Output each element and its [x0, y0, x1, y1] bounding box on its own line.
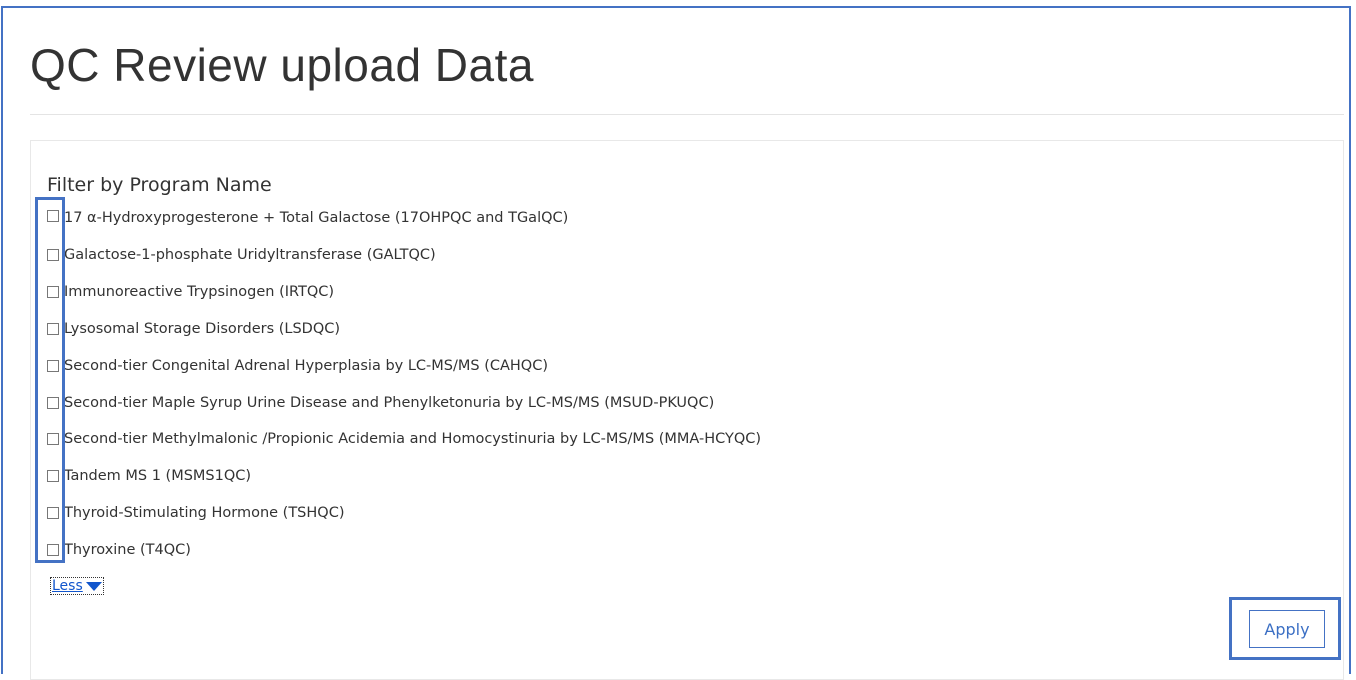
title-divider	[30, 114, 1344, 115]
program-item[interactable]: Thyroxine (T4QC)	[47, 531, 761, 568]
program-checkbox[interactable]	[47, 210, 59, 222]
program-checkbox[interactable]	[47, 249, 59, 262]
less-toggle-label: Less	[52, 578, 83, 594]
program-item[interactable]: Second-tier Maple Syrup Urine Disease an…	[47, 384, 761, 421]
program-checkbox[interactable]	[47, 470, 59, 483]
program-label: Thyroid-Stimulating Hormone (TSHQC)	[64, 504, 345, 521]
program-checkbox[interactable]	[47, 506, 59, 519]
program-label: Second-tier Methylmalonic /Propionic Aci…	[64, 431, 762, 448]
program-label: Thyroxine (T4QC)	[64, 541, 191, 558]
program-label: 17 α-Hydroxyprogesterone + Total Galacto…	[64, 210, 569, 226]
program-label: Lysosomal Storage Disorders (LSDQC)	[64, 320, 341, 337]
program-checkbox[interactable]	[47, 543, 59, 556]
program-checkbox[interactable]	[47, 322, 59, 335]
program-item[interactable]: Tandem MS 1 (MSMS1QC)	[47, 458, 761, 495]
filter-heading: Filter by Program Name	[47, 174, 272, 196]
program-checkbox[interactable]	[47, 433, 59, 446]
program-item[interactable]: Immunoreactive Trypsinogen (IRTQC)	[47, 274, 761, 311]
program-item[interactable]: Lysosomal Storage Disorders (LSDQC)	[47, 311, 761, 348]
program-label: Second-tier Maple Syrup Urine Disease an…	[64, 394, 715, 411]
less-toggle-link[interactable]: Less	[50, 577, 104, 595]
program-label: Second-tier Congenital Adrenal Hyperplas…	[64, 357, 549, 374]
program-item[interactable]: Galactose-1-phosphate Uridyltransferase …	[47, 237, 761, 274]
program-label: Tandem MS 1 (MSMS1QC)	[64, 468, 252, 485]
page-title: QC Review upload Data	[30, 39, 534, 91]
program-checkbox[interactable]	[47, 286, 59, 299]
program-label: Galactose-1-phosphate Uridyltransferase …	[64, 247, 436, 264]
program-checkbox[interactable]	[47, 396, 59, 409]
program-item[interactable]: Thyroid-Stimulating Hormone (TSHQC)	[47, 495, 761, 532]
program-list: 17 α-Hydroxyprogesterone + Total Galacto…	[47, 210, 761, 568]
program-item[interactable]: 17 α-Hydroxyprogesterone + Total Galacto…	[47, 210, 761, 237]
apply-button[interactable]: Apply	[1249, 610, 1325, 648]
program-item[interactable]: Second-tier Methylmalonic /Propionic Aci…	[47, 421, 761, 458]
caret-down-icon	[85, 581, 102, 591]
program-checkbox[interactable]	[47, 359, 59, 372]
program-item[interactable]: Second-tier Congenital Adrenal Hyperplas…	[47, 347, 761, 384]
program-label: Immunoreactive Trypsinogen (IRTQC)	[64, 284, 335, 301]
